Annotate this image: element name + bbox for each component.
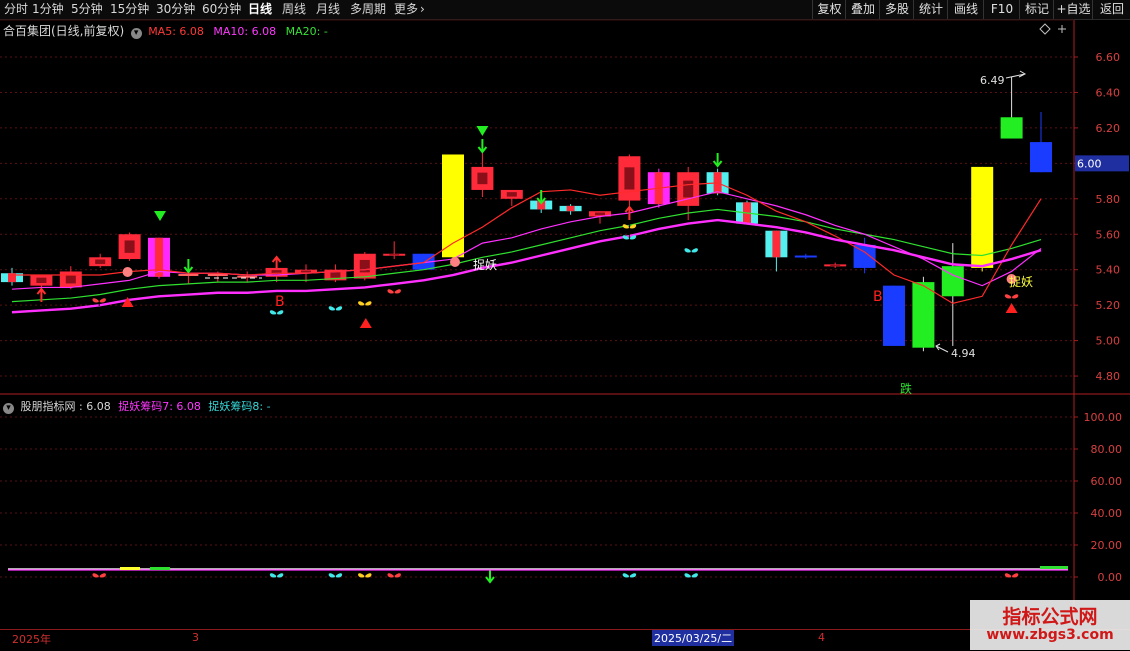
- candle-body: [883, 285, 905, 346]
- price-tick-label: 6.20: [1096, 122, 1121, 135]
- date-march: 3: [192, 631, 199, 644]
- candle-body-inner: [330, 272, 341, 278]
- date-axis: [0, 629, 1130, 651]
- candle-body-inner: [389, 254, 400, 256]
- watermark-title: 指标公式网: [1002, 606, 1098, 628]
- price-tick-label: 4.80: [1096, 370, 1121, 383]
- sub-tick-label: 0.00: [1098, 571, 1123, 584]
- sub-tick-label: 20.00: [1091, 539, 1123, 552]
- zhuoyao-label: 捉妖: [473, 257, 497, 272]
- candle-body: [1000, 117, 1023, 139]
- kline-chart[interactable]: 6.60 6.40 6.20 6.00 5.80 5.60 5.40 5.20 5.00 4.80…: [0, 0, 1130, 650]
- candle-body: [442, 154, 464, 258]
- sub-tick-label: 100.00: [1084, 411, 1123, 424]
- crosshair-icon: [1058, 25, 1066, 33]
- sub-tick-label: 40.00: [1091, 507, 1123, 520]
- candle-body: [1030, 142, 1052, 173]
- candle-body-inner: [595, 212, 605, 216]
- candle-body-inner: [830, 264, 841, 266]
- signal-markers: 捉妖捉妖B B跌6.494.94: [36, 23, 1066, 584]
- indicator-bar: [1040, 566, 1068, 569]
- price-tick-label: 6.60: [1096, 51, 1121, 64]
- candle-body-inner: [506, 192, 517, 197]
- candle-body: [912, 282, 935, 348]
- high-label: 6.49: [980, 74, 1005, 87]
- date-cursor: 2025/03/25/二: [652, 630, 735, 646]
- candle-body-inner: [566, 205, 575, 212]
- date-year: 2025年: [12, 633, 51, 646]
- sub-tick-label: 60.00: [1091, 475, 1123, 488]
- b-label: B: [275, 294, 285, 310]
- candle-body: [971, 166, 994, 268]
- sub-indicator: [8, 566, 1068, 571]
- zhuoyao-label: 捉妖: [1009, 274, 1033, 289]
- high-pointer: [1005, 70, 1027, 79]
- diamond-icon: [450, 257, 460, 267]
- die-label: 跌: [900, 381, 912, 396]
- buy-triangle: [359, 318, 372, 328]
- diamond-outline-icon: [1039, 23, 1051, 35]
- low-pointer: [935, 343, 949, 353]
- sell-triangle: [476, 126, 489, 136]
- candle-body-inner: [301, 270, 311, 273]
- sub-tick-label: 80.00: [1091, 443, 1123, 456]
- low-label: 4.94: [951, 347, 976, 360]
- candle-body-inner: [683, 180, 694, 198]
- watermark: 指标公式网 www.zbgs3.com: [970, 600, 1130, 650]
- price-tick-label: 5.00: [1096, 335, 1121, 348]
- axes: 6.60 6.40 6.20 6.00 5.80 5.60 5.40 5.20 5.00 4.80…: [0, 19, 1130, 629]
- indicator-bar: [150, 567, 170, 570]
- candle-body: [794, 255, 817, 258]
- candle-body-inner: [124, 240, 135, 253]
- candle-body-inner: [36, 277, 47, 283]
- date-april: 4: [818, 631, 825, 644]
- diamond-icon: [122, 267, 133, 277]
- price-tick-label: 5.80: [1096, 193, 1121, 206]
- candle-body-inner: [95, 259, 106, 264]
- watermark-url: www.zbgs3.com: [986, 627, 1114, 643]
- price-tick-label: 5.20: [1096, 299, 1121, 312]
- candle-body-inner: [772, 230, 781, 258]
- sell-triangle: [154, 211, 166, 221]
- current-price-label: 6.00: [1077, 157, 1102, 170]
- price-tick-label: 5.40: [1096, 264, 1121, 277]
- candle-body-inner: [65, 275, 76, 284]
- candle-body-inner: [624, 167, 635, 190]
- b-label: B: [873, 289, 883, 305]
- price-tick-label: 5.60: [1096, 228, 1121, 241]
- indicator-bar: [120, 567, 140, 570]
- candle-body-inner: [477, 172, 488, 185]
- price-tick-label: 6.40: [1096, 86, 1121, 99]
- buy-triangle: [1005, 303, 1018, 313]
